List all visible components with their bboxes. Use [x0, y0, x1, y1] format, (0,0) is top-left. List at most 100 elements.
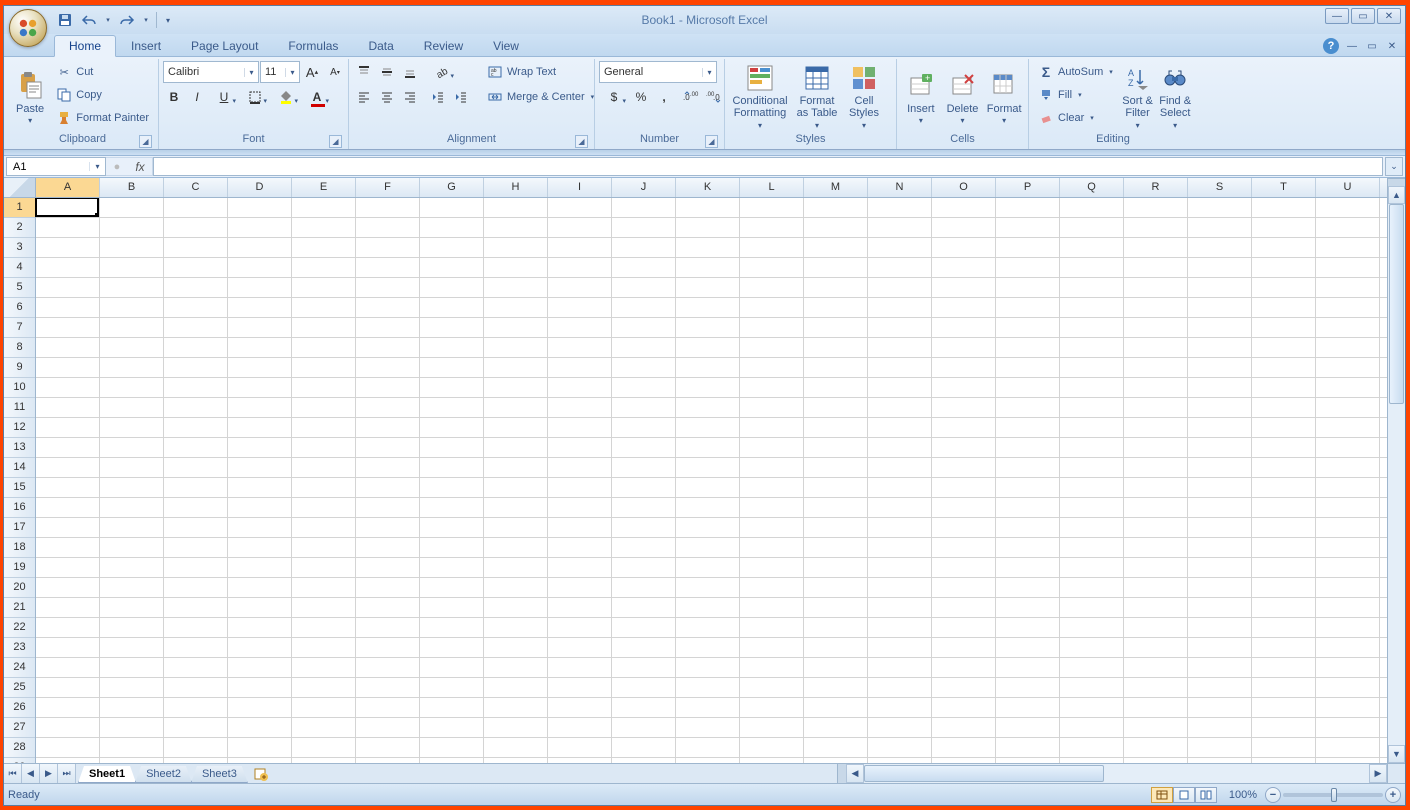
normal-view-button[interactable] [1151, 787, 1173, 803]
sheet-tab-sheet2[interactable]: Sheet2 [135, 766, 192, 783]
format-as-table-button[interactable]: Format as Table▾ [793, 61, 841, 131]
page-layout-view-button[interactable] [1173, 787, 1195, 803]
sheet-tab-sheet3[interactable]: Sheet3 [191, 766, 248, 783]
scroll-left-button[interactable]: ◀ [846, 764, 864, 783]
italic-button[interactable]: I [186, 86, 208, 108]
hsplit-handle[interactable] [838, 764, 846, 783]
scroll-up-button[interactable]: ▲ [1388, 186, 1405, 204]
fill-color-button[interactable] [271, 86, 301, 108]
decrease-indent-button[interactable] [427, 86, 449, 108]
row-header-27[interactable]: 27 [4, 718, 35, 738]
bold-button[interactable]: B [163, 86, 185, 108]
prev-sheet-button[interactable]: ◀ [22, 764, 40, 783]
workbook-restore[interactable]: ▭ [1365, 39, 1379, 53]
row-header-8[interactable]: 8 [4, 338, 35, 358]
row-header-2[interactable]: 2 [4, 218, 35, 238]
row-header-4[interactable]: 4 [4, 258, 35, 278]
delete-cells-button[interactable]: Delete▾ [943, 61, 983, 131]
row-header-1[interactable]: 1 [4, 198, 35, 218]
row-header-22[interactable]: 22 [4, 618, 35, 638]
workbook-minimize[interactable]: — [1345, 39, 1359, 53]
row-header-21[interactable]: 21 [4, 598, 35, 618]
cell-styles-button[interactable]: Cell Styles▾ [843, 61, 885, 131]
column-header-U[interactable]: U [1316, 178, 1380, 197]
redo-dropdown[interactable]: ▾ [142, 11, 150, 29]
next-sheet-button[interactable]: ▶ [40, 764, 58, 783]
row-header-7[interactable]: 7 [4, 318, 35, 338]
copy-button[interactable]: Copy [51, 84, 154, 106]
column-header-H[interactable]: H [484, 178, 548, 197]
shrink-font-button[interactable]: A▾ [324, 61, 346, 83]
chevron-down-icon[interactable]: ▾ [702, 68, 716, 77]
number-format-combo[interactable]: General▾ [599, 61, 717, 83]
row-header-28[interactable]: 28 [4, 738, 35, 758]
column-header-F[interactable]: F [356, 178, 420, 197]
column-header-B[interactable]: B [100, 178, 164, 197]
column-header-E[interactable]: E [292, 178, 356, 197]
tab-page-layout[interactable]: Page Layout [176, 35, 273, 56]
tab-data[interactable]: Data [353, 35, 408, 56]
first-sheet-button[interactable]: ⏮ [4, 764, 22, 783]
tab-home[interactable]: Home [54, 35, 116, 57]
vsplit-handle[interactable] [1388, 178, 1405, 186]
column-header-A[interactable]: A [36, 178, 100, 197]
row-header-23[interactable]: 23 [4, 638, 35, 658]
row-header-29[interactable]: 29 [4, 758, 35, 763]
clear-button[interactable]: Clear▾ [1033, 107, 1118, 129]
row-header-3[interactable]: 3 [4, 238, 35, 258]
align-left-button[interactable] [353, 86, 375, 108]
hscroll-thumb[interactable] [864, 765, 1104, 782]
close-button[interactable]: ✕ [1377, 8, 1401, 24]
align-center-button[interactable] [376, 86, 398, 108]
align-top-button[interactable] [353, 61, 375, 83]
zoom-level[interactable]: 100% [1223, 789, 1263, 801]
fill-button[interactable]: Fill▾ [1033, 84, 1118, 106]
align-bottom-button[interactable] [399, 61, 421, 83]
column-header-O[interactable]: O [932, 178, 996, 197]
format-painter-button[interactable]: Format Painter [51, 107, 154, 129]
tab-insert[interactable]: Insert [116, 35, 176, 56]
row-header-26[interactable]: 26 [4, 698, 35, 718]
accounting-format-button[interactable]: $ [599, 86, 629, 108]
increase-decimal-button[interactable]: .0.00 [680, 86, 702, 108]
office-button[interactable] [9, 9, 47, 47]
column-header-T[interactable]: T [1252, 178, 1316, 197]
grow-font-button[interactable]: A▴ [301, 61, 323, 83]
redo-button[interactable] [118, 11, 136, 29]
row-header-13[interactable]: 13 [4, 438, 35, 458]
chevron-down-icon[interactable]: ▾ [285, 68, 299, 77]
column-header-C[interactable]: C [164, 178, 228, 197]
row-header-19[interactable]: 19 [4, 558, 35, 578]
column-header-K[interactable]: K [676, 178, 740, 197]
row-header-5[interactable]: 5 [4, 278, 35, 298]
workbook-close[interactable]: ✕ [1385, 39, 1399, 53]
undo-dropdown[interactable]: ▾ [104, 11, 112, 29]
column-header-N[interactable]: N [868, 178, 932, 197]
alignment-launcher[interactable]: ◢ [575, 135, 588, 148]
undo-button[interactable] [80, 11, 98, 29]
row-header-11[interactable]: 11 [4, 398, 35, 418]
name-box-dropdown[interactable]: ▾ [89, 162, 105, 171]
percent-button[interactable]: % [630, 86, 652, 108]
vertical-scrollbar[interactable]: ▲ ▼ [1387, 178, 1405, 763]
comma-button[interactable]: , [653, 86, 675, 108]
zoom-slider[interactable] [1283, 793, 1383, 797]
row-header-14[interactable]: 14 [4, 458, 35, 478]
minimize-button[interactable]: — [1325, 8, 1349, 24]
new-sheet-button[interactable] [251, 764, 271, 783]
zoom-in-button[interactable]: + [1385, 787, 1401, 803]
cancel-formula-button[interactable]: ● [106, 161, 128, 173]
row-header-16[interactable]: 16 [4, 498, 35, 518]
column-header-Q[interactable]: Q [1060, 178, 1124, 197]
chevron-down-icon[interactable]: ▾ [244, 68, 258, 77]
paste-button[interactable]: Paste▾ [11, 61, 49, 131]
zoom-out-button[interactable]: − [1265, 787, 1281, 803]
scroll-down-button[interactable]: ▼ [1388, 745, 1405, 763]
fx-button[interactable]: fx [128, 160, 152, 174]
border-button[interactable] [240, 86, 270, 108]
font-size-combo[interactable]: 11▾ [260, 61, 300, 83]
page-break-view-button[interactable] [1195, 787, 1217, 803]
vscroll-thumb[interactable] [1389, 204, 1404, 404]
decrease-decimal-button[interactable]: .00.0 [703, 86, 725, 108]
insert-cells-button[interactable]: +Insert▾ [901, 61, 941, 131]
